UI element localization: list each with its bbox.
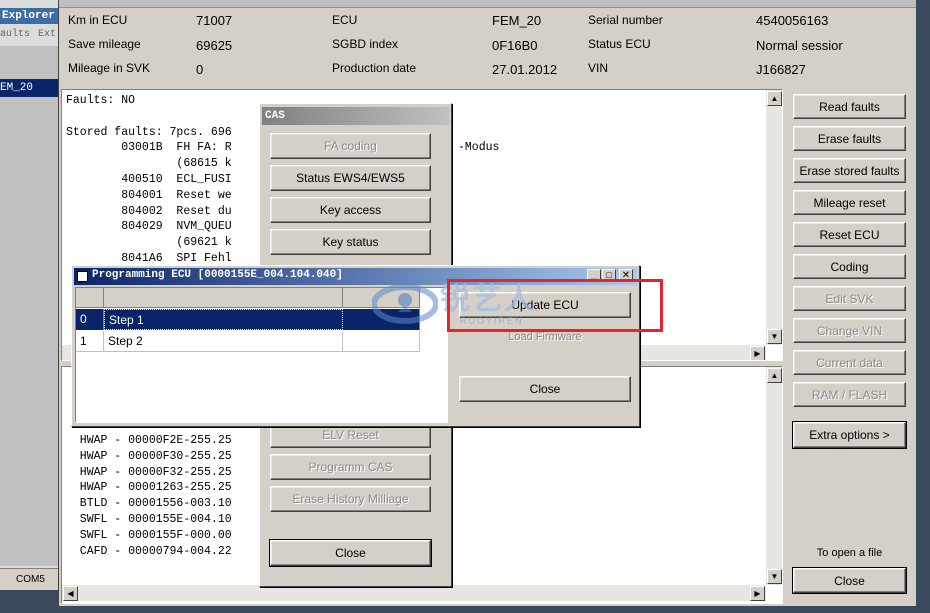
main-close-button[interactable]: Close [792,567,907,594]
explorer-selected-item[interactable]: EM_20 [0,79,58,97]
table-row[interactable]: 0 Step 1 [76,309,420,330]
change-vin-button[interactable]: Change VIN [793,318,906,343]
faults-scroll-down[interactable]: ▼ [767,329,782,344]
open-file-label: To open a file [816,547,883,559]
faults-modus-text: -Modus [458,141,500,154]
info-panel: Km in ECU 71007 Save mileage 69625 Milea… [60,8,914,88]
fa-coding-button[interactable]: FA coding [270,133,431,159]
faults-vscroll[interactable] [766,90,782,345]
explorer-panel: Explorer aults Ext EM_20 COM5 C [0,0,58,607]
programming-title: Programming ECU [0000155E_004.104.040] [92,269,343,281]
bottom-scroll-up[interactable]: ▲ [767,368,782,383]
svk-line: HWAP - 00000F32-255.25 [66,465,232,479]
row-step: Step 1 [104,309,343,330]
faults-scroll-up[interactable]: ▲ [767,91,782,106]
grid-header-name [104,288,343,308]
app-icon [77,271,88,282]
row-step: Step 2 [104,331,343,352]
bottom-hscroll[interactable] [62,585,766,601]
programming-close-button[interactable]: Close [459,376,631,402]
erase-faults-button[interactable]: Erase faults [793,126,906,151]
sgbd-label: SGBD index [332,37,399,51]
cas-close-button[interactable]: Close [269,539,432,567]
svk-line: SWFL - 0000155E-004.10 [66,512,232,526]
cas-title-bar: CAS [262,107,449,125]
km-label: Km in ECU [68,13,128,27]
load-firmware-label: Load Firmware [508,331,582,343]
explorer-tab-ext[interactable]: Ext [38,29,56,40]
bottom-vscroll[interactable] [766,367,782,585]
row-index: 1 [76,331,104,352]
production-date-value: 27.01.2012 [492,62,558,77]
status-port: COM5 [16,574,45,585]
grid-header-idx [76,288,104,308]
programm-cas-button[interactable]: Programm CAS [270,454,431,480]
save-mileage-label: Save mileage [68,37,141,51]
watermark-logo [371,278,439,330]
save-mileage-value: 69625 [196,38,233,53]
faults-scroll-right[interactable]: ▶ [750,346,765,360]
explorer-tab-faults[interactable]: aults [0,29,30,40]
bottom-scroll-left[interactable]: ◀ [63,586,78,601]
status-bar: COM5 C [0,568,58,607]
highlight-box [447,279,663,332]
mileage-reset-button[interactable]: Mileage reset [793,190,906,215]
erase-stored-faults-button[interactable]: Erase stored faults [793,158,906,183]
read-faults-button[interactable]: Read faults [793,94,906,119]
edit-svk-button[interactable]: Edit SVK [793,286,906,311]
svk-line: HWAP - 00000F30-255.25 [66,449,232,463]
km-value: 71007 [196,13,233,28]
sgbd-value: 0F16B0 [492,38,538,53]
faults-text: Faults: NO Stored faults: 7pcs. 696 0300… [66,93,232,267]
erase-history-button[interactable]: Erase History Milliage [270,486,431,512]
vin-value: J166827 [756,62,806,77]
ecu-label: ECU [332,13,358,27]
reset-ecu-button[interactable]: Reset ECU [793,222,906,247]
ecu-value: FEM_20 [492,13,542,28]
fault-line: 804001 Reset we [66,188,232,202]
table-row[interactable]: 1 Step 2 [76,331,420,352]
status-ecu-value: Normal sessior [756,38,843,53]
status-ews-button[interactable]: Status EWS4/EWS5 [270,165,431,191]
extra-options-button[interactable]: Extra options > [792,421,907,449]
explorer-tree [0,46,58,566]
fault-line: 804002 Reset du [66,204,232,218]
watermark-globe-icon [371,284,439,324]
serial-value: 4540056163 [756,13,829,28]
vin-label: VIN [588,61,609,75]
svk-line: CAFD - 00000794-004.22 [66,544,232,558]
key-status-button[interactable]: Key status [270,229,431,255]
production-date-label: Production date [332,61,417,75]
svk-line: SWFL - 0000155F-000.00 [66,528,232,542]
fault-line: 400510 ECL_FUSI [66,172,232,186]
serial-label: Serial number [588,13,663,27]
status-ecu-label: Status ECU [588,37,651,51]
current-data-button[interactable]: Current data [793,350,906,375]
fault-line: Stored faults: 7pcs. 696 [66,125,232,139]
fault-line: 03001B FH FA: R [66,141,232,155]
svk-line: HWAP - 00000F2E-255.25 [66,434,232,447]
row-index: 0 [76,309,104,330]
fault-line [66,109,232,125]
svk-mileage-label: Mileage in SVK [68,61,151,75]
key-access-button[interactable]: Key access [270,197,431,223]
svk-line: HWAP - 00001263-255.25 [66,481,232,495]
svk-line: BTLD - 00001556-003.10 [66,497,232,511]
svk-mileage-value: 0 [196,62,204,77]
fault-line: 804029 NVM_QUEU [66,220,232,234]
bottom-scroll-right[interactable]: ▶ [750,586,765,601]
fault-line: (69621 k [66,236,232,250]
bottom-text: HWAP - 00000F2E-255.25 HWAP - 00000F30-2… [66,433,232,559]
explorer-title-bar: Explorer [0,8,58,24]
fault-line: Faults: NO [66,94,136,107]
fault-line: (68615 k [66,157,232,171]
ram-flash-button[interactable]: RAM / FLASH [793,382,906,407]
coding-button[interactable]: Coding [793,254,906,279]
bottom-scroll-down[interactable]: ▼ [767,569,782,584]
